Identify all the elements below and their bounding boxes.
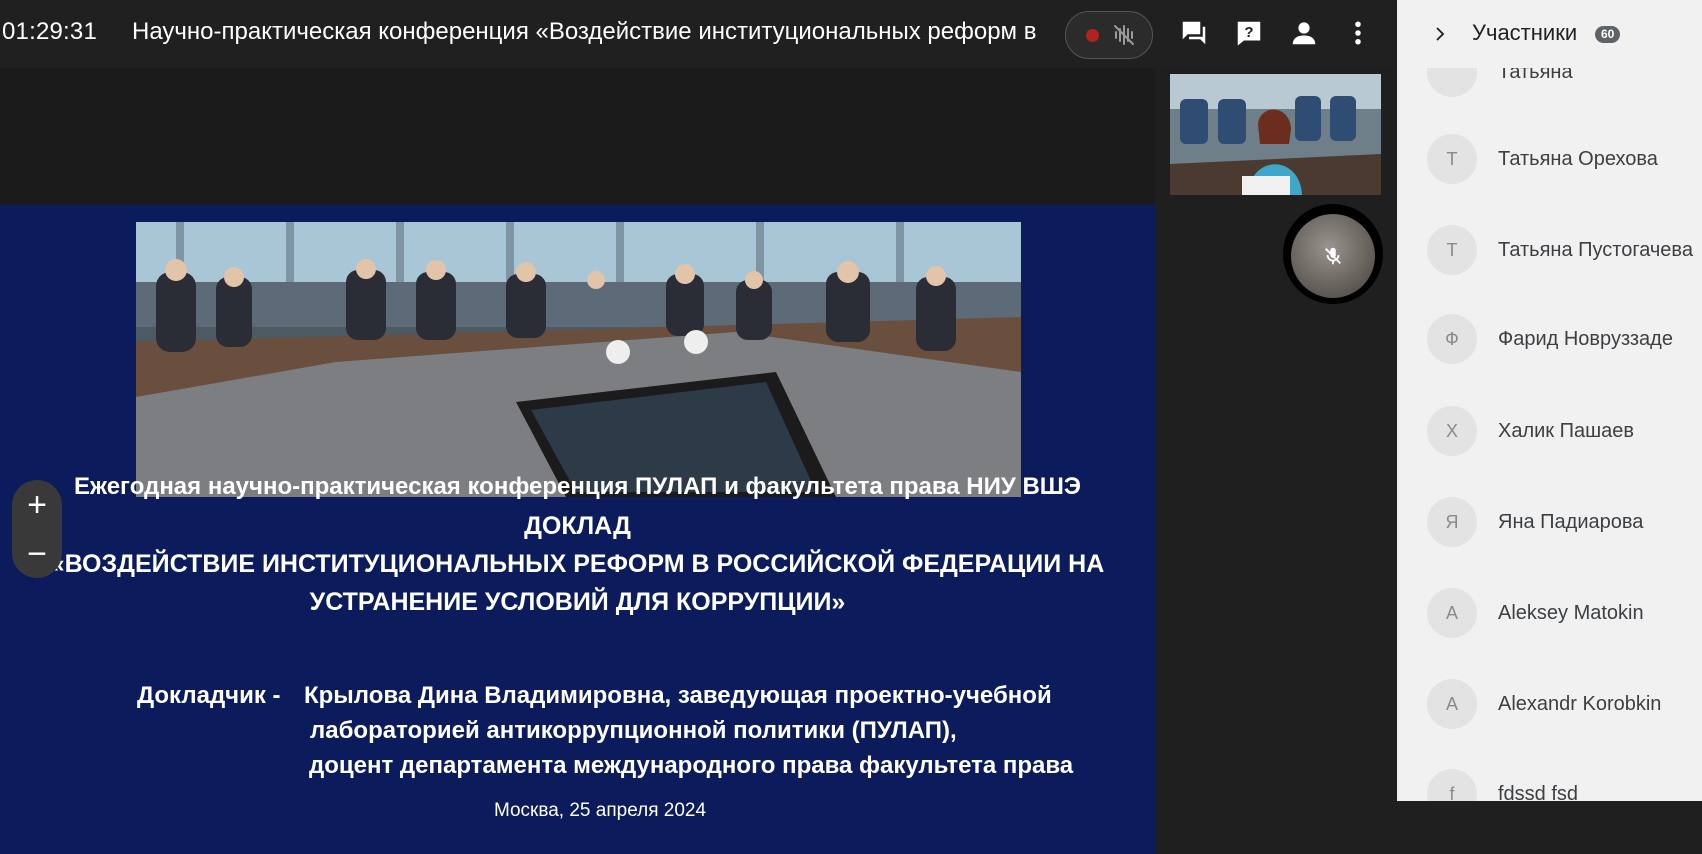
participant-name: Татьяна Орехова [1498, 148, 1658, 170]
svg-text:?: ? [1244, 24, 1253, 41]
participant-avatar: Х [1427, 406, 1477, 456]
participant-avatar: A [1427, 588, 1477, 638]
participant-avatar: Я [1427, 497, 1477, 547]
participant-name: Aleksey Matokin [1498, 602, 1644, 624]
presentation-slide: Ежегодная научно-практическая конференци… [0, 205, 1155, 854]
conference-room-photo [136, 222, 1021, 497]
slide-conference-line: Ежегодная научно-практическая конференци… [74, 473, 1081, 500]
participant-item[interactable]: A Alexandr Korobkin [1397, 674, 1702, 734]
more-vert-icon[interactable] [1342, 17, 1374, 49]
meeting-top-bar: 01:29:31 Научно-практическая конференция… [0, 0, 1397, 68]
chat-icon[interactable] [1178, 17, 1210, 49]
record-dot-icon [1086, 29, 1099, 42]
participant-name: Халик Пашаев [1498, 420, 1635, 442]
participant-name: Фарид Новруззаде [1498, 328, 1673, 350]
chevron-right-icon[interactable] [1431, 25, 1449, 43]
meeting-timer: 01:29:31 [2, 18, 98, 45]
participant-item[interactable]: Ф Фарид Новруззаде [1397, 309, 1702, 369]
slide-speaker-line3: доцент департамента международного права… [309, 752, 1074, 779]
participant-name: fdssd fsd [1498, 783, 1579, 801]
meeting-title: Научно-практическая конференция «Воздейс… [132, 18, 1036, 45]
participant-avatar: A [1427, 679, 1477, 729]
audio-wave-muted-icon [1114, 25, 1134, 45]
zoom-in-button[interactable]: + [12, 480, 62, 529]
person-icon[interactable] [1288, 17, 1320, 49]
zoom-out-button[interactable]: − [12, 529, 62, 578]
participant-name: Alexandr Korobkin [1498, 693, 1662, 715]
participants-panel: Татьяна Т Татьяна Орехова Т Татьяна Пуст… [1397, 0, 1702, 801]
participant-item[interactable]: Т Татьяна Пустогачева [1397, 220, 1702, 280]
slide-speaker-line2: лабораторией антикоррупционной политики … [310, 717, 957, 744]
participant-avatar: Т [1427, 225, 1477, 275]
slide-report-title-line2: УСТРАНЕНИЕ УСЛОВИЙ ДЛЯ КОРРУПЦИИ» [309, 588, 846, 616]
participant-item[interactable]: Т Татьяна Орехова [1397, 129, 1702, 189]
self-video-preview [1291, 214, 1375, 298]
mic-off-icon [1325, 247, 1341, 265]
slide-place-date: Москва, 25 апреля 2024 [493, 800, 707, 821]
slide-speaker-line1: Крылова Дина Владимировна, заведующая пр… [304, 682, 1052, 709]
participant-item[interactable]: Х Халик Пашаев [1397, 401, 1702, 461]
slide-report-heading: ДОКЛАД [524, 512, 631, 540]
participant-avatar: Ф [1427, 314, 1477, 364]
question-icon[interactable]: ? [1233, 17, 1265, 49]
recording-status-pill[interactable] [1065, 11, 1153, 59]
participants-panel-header: Участники 60 [1397, 0, 1702, 68]
participants-count-badge: 60 [1595, 26, 1621, 43]
zoom-control: + − [12, 480, 62, 578]
self-video-tile[interactable] [1283, 204, 1383, 304]
slide-speaker-label: Докладчик - [137, 682, 281, 709]
participant-name: Татьяна Пустогачева [1498, 239, 1693, 261]
participant-item[interactable]: Я Яна Падиарова [1397, 492, 1702, 552]
participant-name: Яна Падиарова [1498, 511, 1644, 533]
slide-report-title-line1: «ВОЗДЕЙСТВИЕ ИНСТИТУЦИОНАЛЬНЫХ РЕФОРМ В … [50, 550, 1105, 578]
participant-item[interactable]: f fdssd fsd [1397, 764, 1702, 801]
participant-avatar: Т [1427, 134, 1477, 184]
participants-panel-title: Участники [1472, 20, 1578, 45]
participant-item[interactable]: A Aleksey Matokin [1397, 583, 1702, 643]
presentation-stage: Ежегодная научно-практическая конференци… [0, 68, 1155, 854]
speaker-video-thumbnail[interactable] [1170, 74, 1381, 195]
participant-avatar: f [1427, 769, 1477, 801]
